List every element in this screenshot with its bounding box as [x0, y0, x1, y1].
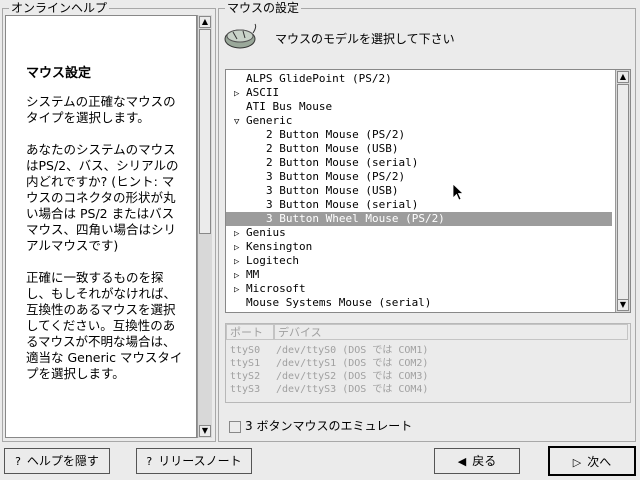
- hide-help-button[interactable]: ? ヘルプを隠す: [4, 448, 110, 474]
- tree-row-label: Logitech: [246, 254, 299, 267]
- next-button[interactable]: ▷ 次へ: [548, 446, 636, 476]
- back-arrow-icon: ◀: [457, 455, 467, 468]
- expand-arrow-icon[interactable]: ▷: [234, 87, 246, 101]
- help-panel: オンラインヘルプ マウス設定 システムの正確なマウスのタイプを選択します。 あな…: [2, 1, 216, 442]
- tree-row-label: ATI Bus Mouse: [246, 100, 333, 113]
- tree-row-label: 3 Button Wheel Mouse (PS/2): [266, 212, 445, 225]
- tree-row[interactable]: 2 Button Mouse (serial): [226, 156, 612, 170]
- tree-row[interactable]: 3 Button Wheel Mouse (PS/2): [226, 212, 612, 226]
- tree-row[interactable]: Mouse Systems Mouse (serial): [226, 296, 612, 310]
- column-header-device[interactable]: デバイス: [274, 324, 628, 340]
- tree-row[interactable]: ▷ MM: [226, 268, 612, 282]
- help-question-icon: ?: [15, 455, 21, 468]
- tree-row[interactable]: ▷ ASCII: [226, 86, 612, 100]
- tree-row[interactable]: 3 Button Mouse (serial): [226, 198, 612, 212]
- mouse-icon: [224, 23, 257, 49]
- back-button[interactable]: ◀ 戻る: [434, 448, 520, 474]
- tree-row[interactable]: 2 Button Mouse (PS/2): [226, 128, 612, 142]
- tree-row-label: MM: [246, 268, 260, 281]
- tree-row-label: 3 Button Mouse (serial): [266, 198, 419, 211]
- device-row[interactable]: ttyS2/dev/ttyS2 (DOS では COM3): [230, 370, 428, 383]
- release-notes-button[interactable]: ? リリースノート: [136, 448, 252, 474]
- tree-row-label: ALPS GlidePoint (PS/2): [246, 72, 392, 85]
- mouse-config-panel: マウスの設定 マウスのモデルを選択して下さい ALPS GlidePoint (…: [218, 1, 636, 442]
- next-arrow-icon: ▷: [572, 456, 582, 469]
- tree-row[interactable]: 3 Button Mouse (USB): [226, 184, 612, 198]
- help-panel-title: オンラインヘルプ: [9, 1, 110, 15]
- tree-row-label: 2 Button Mouse (serial): [266, 156, 419, 169]
- expand-arrow-icon[interactable]: ▷: [234, 227, 246, 241]
- tree-row[interactable]: 3 Button Mouse (PS/2): [226, 170, 612, 184]
- tree-row[interactable]: ▷ Genius: [226, 226, 612, 240]
- expand-arrow-icon[interactable]: ▷: [234, 241, 246, 255]
- scroll-down-arrow-icon[interactable]: ▼: [199, 425, 211, 437]
- tree-row[interactable]: ▽ Generic: [226, 114, 612, 128]
- mouse-pointer-icon: [452, 183, 464, 201]
- tree-row-label: Generic: [246, 114, 293, 127]
- scroll-up-arrow-icon[interactable]: ▲: [199, 16, 211, 28]
- tree-row-label: Mouse Systems Mouse (serial): [246, 296, 432, 309]
- scroll-up-arrow-icon[interactable]: ▲: [617, 71, 629, 83]
- tree-row-label: 2 Button Mouse (PS/2): [266, 128, 406, 141]
- scroll-down-arrow-icon[interactable]: ▼: [617, 299, 629, 311]
- tree-row-label: Microsoft: [246, 282, 306, 295]
- tree-row[interactable]: ATI Bus Mouse: [226, 100, 612, 114]
- tree-row[interactable]: ALPS GlidePoint (PS/2): [226, 72, 612, 86]
- checkbox-box[interactable]: [229, 420, 241, 433]
- column-header-port[interactable]: ポート: [226, 324, 274, 340]
- help-paragraph: システムの正確なマウスのタイプを選択します。: [26, 94, 176, 125]
- help-paragraph: 正確に一致するものを探し、もしそれがなければ、互換性のあるマウスを選択してくださ…: [26, 270, 183, 381]
- device-row[interactable]: ttyS1/dev/ttyS1 (DOS では COM2): [230, 357, 428, 370]
- tree-row-label: ASCII: [246, 86, 280, 99]
- collapse-arrow-icon[interactable]: ▽: [234, 115, 246, 129]
- mouse-model-tree[interactable]: ALPS GlidePoint (PS/2) ▷ ASCII ATI Bus Mous…: [225, 69, 631, 313]
- help-heading: マウス設定: [26, 66, 92, 81]
- help-body: システムの正確なマウスのタイプを選択します。 あなたのシステムのマウスはPS/2…: [26, 94, 184, 382]
- scroll-thumb[interactable]: [199, 29, 211, 234]
- mouse-instruction: マウスのモデルを選択して下さい: [275, 32, 455, 46]
- tree-row[interactable]: ▷ Kensington: [226, 240, 612, 254]
- device-row[interactable]: ttyS0/dev/ttyS0 (DOS では COM1): [230, 344, 428, 357]
- tree-row-label: 2 Button Mouse (USB): [266, 142, 399, 155]
- tree-scrollbar[interactable]: ▲ ▼: [615, 70, 630, 312]
- tree-row[interactable]: ▷ Logitech: [226, 254, 612, 268]
- tree-row-label: Kensington: [246, 240, 313, 253]
- help-text-area: マウス設定 システムの正確なマウスのタイプを選択します。 あなたのシステムのマウ…: [5, 15, 197, 438]
- serial-device-list[interactable]: ポート デバイス ttyS0/dev/ttyS0 (DOS では COM1) t…: [225, 323, 631, 403]
- help-question-icon: ?: [146, 455, 153, 468]
- expand-arrow-icon[interactable]: ▷: [234, 255, 246, 269]
- device-row[interactable]: ttyS3/dev/ttyS3 (DOS では COM4): [230, 383, 428, 396]
- mouse-panel-title: マウスの設定: [225, 1, 302, 15]
- help-paragraph: あなたのシステムのマウスはPS/2、バス、シリアルの内どれですか? (ヒント: …: [26, 142, 179, 253]
- tree-row-label: 3 Button Mouse (USB): [266, 184, 399, 197]
- scroll-thumb[interactable]: [617, 84, 629, 300]
- tree-row[interactable]: 2 Button Mouse (USB): [226, 142, 612, 156]
- help-scrollbar[interactable]: ▲ ▼: [197, 15, 212, 438]
- tree-row[interactable]: ▷ Microsoft: [226, 282, 612, 296]
- tree-row-label: 3 Button Mouse (PS/2): [266, 170, 406, 183]
- emulate-label: 3 ボタンマウスのエミュレート: [245, 419, 413, 433]
- expand-arrow-icon[interactable]: ▷: [234, 283, 246, 297]
- emulate-3-button-checkbox[interactable]: 3 ボタンマウスのエミュレート: [229, 417, 412, 434]
- tree-row-label: Genius: [246, 226, 286, 239]
- expand-arrow-icon[interactable]: ▷: [234, 269, 246, 283]
